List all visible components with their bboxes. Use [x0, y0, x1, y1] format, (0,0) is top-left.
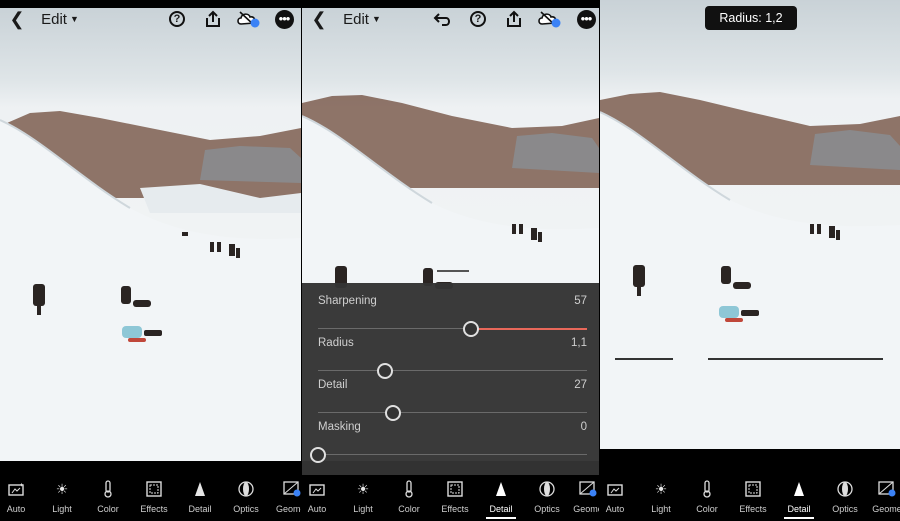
tool-color[interactable]: Color [85, 479, 131, 514]
tool-optics[interactable]: Optics [223, 479, 269, 514]
slider-value: 57 [574, 295, 587, 307]
tool-detail[interactable]: Detail [177, 479, 223, 514]
top-bar: ❮ Edit ▼ ? ••• [0, 8, 301, 30]
slider-label: Radius [318, 337, 354, 349]
tool-effects[interactable]: Effects [131, 479, 177, 514]
snow-landscape-image [0, 111, 301, 461]
tool-geometry[interactable]: Geome [565, 479, 599, 514]
share-icon[interactable] [203, 8, 223, 30]
split-guide-right [708, 358, 883, 360]
more-icon[interactable]: ••• [576, 8, 596, 30]
auto-icon: ✦ [8, 479, 24, 499]
back-chevron-icon[interactable]: ❮ [310, 8, 328, 30]
top-bar: ❮ Edit ▼ ? ••• [302, 8, 599, 30]
active-tab-underline [784, 517, 814, 519]
thermometer-icon [404, 479, 414, 499]
slider-detail[interactable]: Detail 27 [318, 379, 587, 421]
bottom-toolbar: Auto ☀ Light Color Effects Detail Optics … [302, 475, 599, 521]
geometry-icon [579, 479, 597, 499]
edit-label: Edit [343, 10, 369, 28]
slider-track[interactable] [318, 454, 587, 455]
active-tab-underline [486, 517, 516, 519]
tool-detail[interactable]: Detail [776, 479, 822, 519]
auto-icon [607, 479, 623, 499]
slider-knob[interactable] [385, 405, 402, 421]
geometry-icon [283, 479, 301, 499]
sun-icon: ☀ [55, 480, 69, 497]
triangle-icon [194, 479, 206, 499]
lens-icon [538, 479, 556, 499]
cloud-sync-icon[interactable] [237, 8, 261, 30]
bottom-toolbar: Auto ☀ Light Color Effects Detail Optics … [600, 475, 900, 521]
tool-light[interactable]: ☀ Light [340, 479, 386, 515]
geometry-icon [878, 479, 896, 499]
slider-masking[interactable]: Masking 0 [310, 421, 587, 463]
triangle-icon [793, 479, 805, 499]
slider-value: 27 [574, 379, 587, 391]
slider-radius[interactable]: Radius 1,1 [318, 337, 587, 379]
snow-landscape-image [600, 92, 900, 449]
chevron-down-icon: ▼ [371, 14, 381, 24]
tool-auto[interactable]: Auto [302, 479, 340, 514]
edit-menu[interactable]: Edit ▼ [40, 8, 80, 30]
tool-optics[interactable]: Optics [822, 479, 868, 514]
sun-icon: ☀ [356, 480, 370, 497]
tool-effects[interactable]: Effects [432, 479, 478, 514]
radius-tooltip: Radius: 1,2 [705, 6, 797, 30]
slider-label: Sharpening [318, 295, 377, 307]
effects-icon [447, 479, 463, 499]
photo-canvas[interactable] [600, 0, 900, 449]
undo-icon[interactable] [432, 8, 454, 30]
help-icon[interactable]: ? [167, 8, 187, 30]
slider-knob[interactable] [377, 363, 394, 379]
effects-icon [146, 479, 162, 499]
tool-auto[interactable]: ✦ Auto [0, 479, 39, 514]
bottom-toolbar: ✦ Auto ☀ Light Color Effects Detail Optics… [0, 475, 301, 521]
panel-3: Radius: 1,2 Auto ☀ Light Color Effects De… [600, 0, 900, 521]
edit-menu[interactable]: Edit ▼ [342, 8, 382, 30]
slider-value: 0 [580, 421, 587, 433]
tool-auto[interactable]: Auto [600, 479, 638, 514]
photo-canvas[interactable] [0, 8, 301, 461]
help-icon[interactable]: ? [468, 8, 488, 30]
tool-geometry[interactable]: Geomet [269, 479, 301, 514]
effects-icon [745, 479, 761, 499]
slider-track[interactable] [318, 412, 587, 413]
thermometer-icon [103, 479, 113, 499]
slider-label: Detail [318, 379, 348, 391]
chevron-down-icon: ▼ [69, 14, 79, 24]
slider-label: Masking [318, 421, 361, 433]
slider-value: 1,1 [571, 337, 587, 349]
slider-sharpening[interactable]: Sharpening 57 [318, 295, 587, 337]
tool-color[interactable]: Color [684, 479, 730, 514]
panel-1: ❮ Edit ▼ ? ••• ✦ Auto ☀ Light Color Effect… [0, 0, 301, 521]
slider-knob[interactable] [310, 447, 326, 463]
auto-icon [309, 479, 325, 499]
tool-light[interactable]: ☀ Light [638, 479, 684, 515]
triangle-icon [495, 479, 507, 499]
lens-icon [836, 479, 854, 499]
more-icon[interactable]: ••• [274, 8, 294, 30]
slider-track[interactable] [318, 370, 587, 371]
split-guide-left [615, 358, 673, 360]
tool-geometry[interactable]: Geome [864, 479, 900, 514]
back-chevron-icon[interactable]: ❮ [8, 8, 26, 30]
detail-panel: Sharpening 57 Radius 1,1 Detail 27 Maski… [302, 283, 599, 475]
sun-icon: ☀ [654, 480, 668, 497]
thermometer-icon [702, 479, 712, 499]
tool-effects[interactable]: Effects [730, 479, 776, 514]
svg-text:✦: ✦ [19, 482, 24, 489]
tool-optics[interactable]: Optics [524, 479, 570, 514]
tool-light[interactable]: ☀ Light [39, 479, 85, 515]
tool-detail[interactable]: Detail [478, 479, 524, 519]
slider-fill [471, 328, 587, 330]
share-icon[interactable] [504, 8, 524, 30]
edit-label: Edit [41, 10, 67, 28]
lens-icon [237, 479, 255, 499]
panel-2: ❮ Edit ▼ ? ••• Sharpening 57 Radius 1,1 [302, 0, 599, 521]
tool-color[interactable]: Color [386, 479, 432, 514]
slider-knob[interactable] [463, 321, 480, 337]
cloud-sync-icon[interactable] [538, 8, 562, 30]
